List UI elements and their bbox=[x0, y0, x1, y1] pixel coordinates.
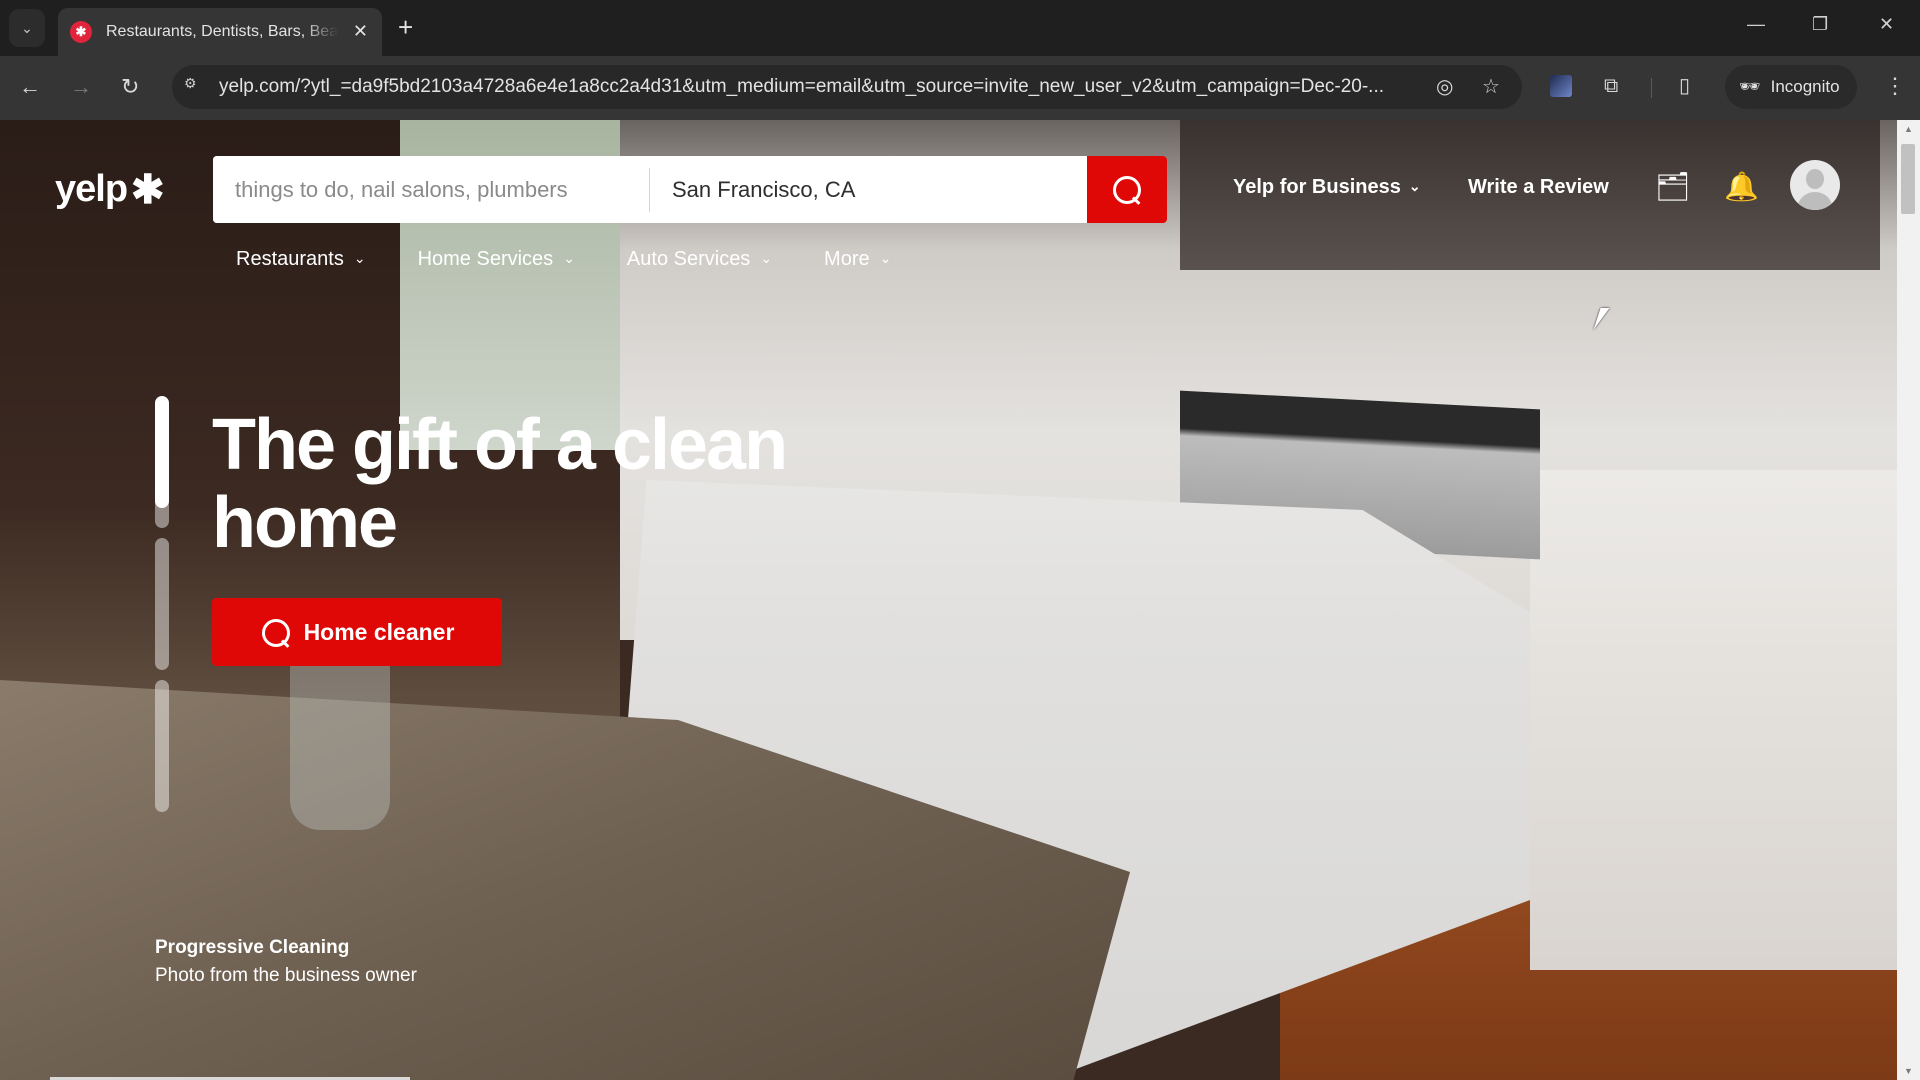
hero-photo-drawers bbox=[1530, 470, 1897, 970]
yelp-for-business-label: Yelp for Business bbox=[1233, 176, 1401, 198]
caption-subtitle: Photo from the business owner bbox=[155, 965, 417, 986]
slide-progress-fill bbox=[155, 396, 169, 509]
back-icon[interactable]: ← bbox=[19, 74, 41, 100]
scroll-down-arrow-icon[interactable]: ▼ bbox=[1904, 1066, 1913, 1076]
category-nav: Restaurants ⌄ Home Services ⌄ Auto Service… bbox=[236, 248, 943, 271]
category-home-services[interactable]: Home Services ⌄ bbox=[418, 248, 575, 271]
home-cleaner-label: Home cleaner bbox=[303, 618, 455, 645]
scroll-up-arrow-icon[interactable]: ▲ bbox=[1904, 124, 1913, 134]
close-tab-icon[interactable]: ✕ bbox=[353, 21, 368, 41]
site-info-icon[interactable]: ⚙ bbox=[184, 75, 210, 99]
chevron-down-icon: ⌄ bbox=[760, 250, 773, 266]
chevron-down-icon: ⌄ bbox=[353, 250, 366, 266]
browser-toolbar: ← → ↻ ⚙ yelp.com/?ytl_=da9f5bd2103a4728a… bbox=[0, 56, 1920, 120]
tracking-protection-icon[interactable]: ◎ bbox=[1436, 75, 1453, 99]
yelp-logo[interactable]: yelp ✱ bbox=[55, 167, 165, 212]
side-panel-icon[interactable]: ▯ bbox=[1679, 74, 1690, 98]
new-tab-button[interactable]: + bbox=[398, 12, 413, 42]
reload-icon[interactable]: ↻ bbox=[121, 74, 139, 100]
home-cleaner-button[interactable]: Home cleaner bbox=[212, 598, 502, 666]
chevron-down-icon: ⌄ bbox=[1408, 178, 1421, 194]
search-icon bbox=[260, 617, 290, 647]
category-label: Auto Services bbox=[626, 248, 751, 270]
toolbar-divider bbox=[1651, 78, 1652, 98]
search-location-input[interactable] bbox=[650, 156, 1087, 223]
extension-icon[interactable] bbox=[1550, 75, 1572, 97]
caption-business-link[interactable]: Progressive Cleaning bbox=[155, 937, 417, 959]
tab-title: Restaurants, Dentists, Bars, Beauty Salo… bbox=[106, 23, 338, 40]
minimize-icon[interactable]: — bbox=[1747, 14, 1765, 35]
url-text[interactable]: yelp.com/?ytl_=da9f5bd2103a4728a6e4e1a8c… bbox=[219, 76, 1389, 98]
address-bar[interactable]: ⚙ yelp.com/?ytl_=da9f5bd2103a4728a6e4e1a… bbox=[172, 65, 1522, 109]
projects-folder-icon[interactable]: 🗂 bbox=[1655, 170, 1691, 204]
vertical-scrollbar-thumb[interactable] bbox=[1901, 144, 1915, 214]
yelp-favicon-icon: ✱ bbox=[70, 21, 92, 43]
category-label: Home Services bbox=[417, 248, 554, 270]
category-more[interactable]: More ⌄ bbox=[824, 248, 891, 271]
browser-tabstrip: ⌄ ✱ Restaurants, Dentists, Bars, Beauty … bbox=[0, 0, 1920, 56]
slide-progress-bar[interactable] bbox=[155, 396, 169, 528]
slide-progress-bar[interactable] bbox=[155, 538, 169, 670]
extensions-puzzle-icon[interactable]: ⧉ bbox=[1604, 74, 1618, 98]
category-label: Restaurants bbox=[236, 248, 344, 270]
slide-progress-bar[interactable] bbox=[155, 680, 169, 812]
vertical-scrollbar[interactable]: ▲ ▼ bbox=[1897, 120, 1920, 1080]
search-bar bbox=[213, 156, 1167, 223]
incognito-icon: 🕶 bbox=[1739, 77, 1761, 96]
browser-menu-icon[interactable]: ⋮ bbox=[1884, 72, 1906, 100]
close-window-icon[interactable]: ✕ bbox=[1879, 14, 1894, 35]
user-avatar[interactable] bbox=[1790, 160, 1840, 210]
chevron-down-icon: ⌄ bbox=[879, 250, 892, 266]
incognito-badge[interactable]: 🕶 Incognito bbox=[1725, 65, 1857, 109]
tab-search-button[interactable]: ⌄ bbox=[9, 9, 45, 47]
category-auto-services[interactable]: Auto Services ⌄ bbox=[627, 248, 772, 271]
hero-photo-vase bbox=[290, 640, 390, 830]
category-label: More bbox=[824, 248, 870, 270]
restore-icon[interactable]: ❐ bbox=[1812, 14, 1828, 35]
search-find-input[interactable] bbox=[213, 156, 649, 223]
yelp-burst-icon: ✱ bbox=[131, 167, 165, 212]
write-review-link[interactable]: Write a Review bbox=[1468, 176, 1609, 199]
incognito-label: Incognito bbox=[1770, 77, 1840, 96]
chevron-down-icon: ⌄ bbox=[21, 19, 33, 36]
yelp-for-business-menu[interactable]: Yelp for Business ⌄ bbox=[1233, 176, 1421, 199]
forward-icon[interactable]: → bbox=[70, 74, 92, 100]
notifications-bell-icon[interactable]: 🔔 bbox=[1724, 170, 1759, 204]
search-icon bbox=[1111, 174, 1143, 206]
browser-tab-yelp[interactable]: ✱ Restaurants, Dentists, Bars, Beauty Sa… bbox=[58, 8, 382, 56]
photo-caption: Progressive Cleaning Photo from the busi… bbox=[155, 937, 417, 987]
hero-title: The gift of a clean home bbox=[212, 405, 788, 563]
yelp-wordmark: yelp bbox=[55, 168, 128, 210]
search-submit-button[interactable] bbox=[1087, 156, 1167, 223]
chevron-down-icon: ⌄ bbox=[563, 250, 575, 266]
bookmark-star-icon[interactable]: ☆ bbox=[1482, 75, 1500, 99]
yelp-homepage: yelp ✱ Yelp for Business ⌄ Write a Review… bbox=[0, 120, 1897, 1080]
hero-slide-progress bbox=[155, 396, 169, 822]
category-restaurants[interactable]: Restaurants ⌄ bbox=[236, 248, 366, 271]
